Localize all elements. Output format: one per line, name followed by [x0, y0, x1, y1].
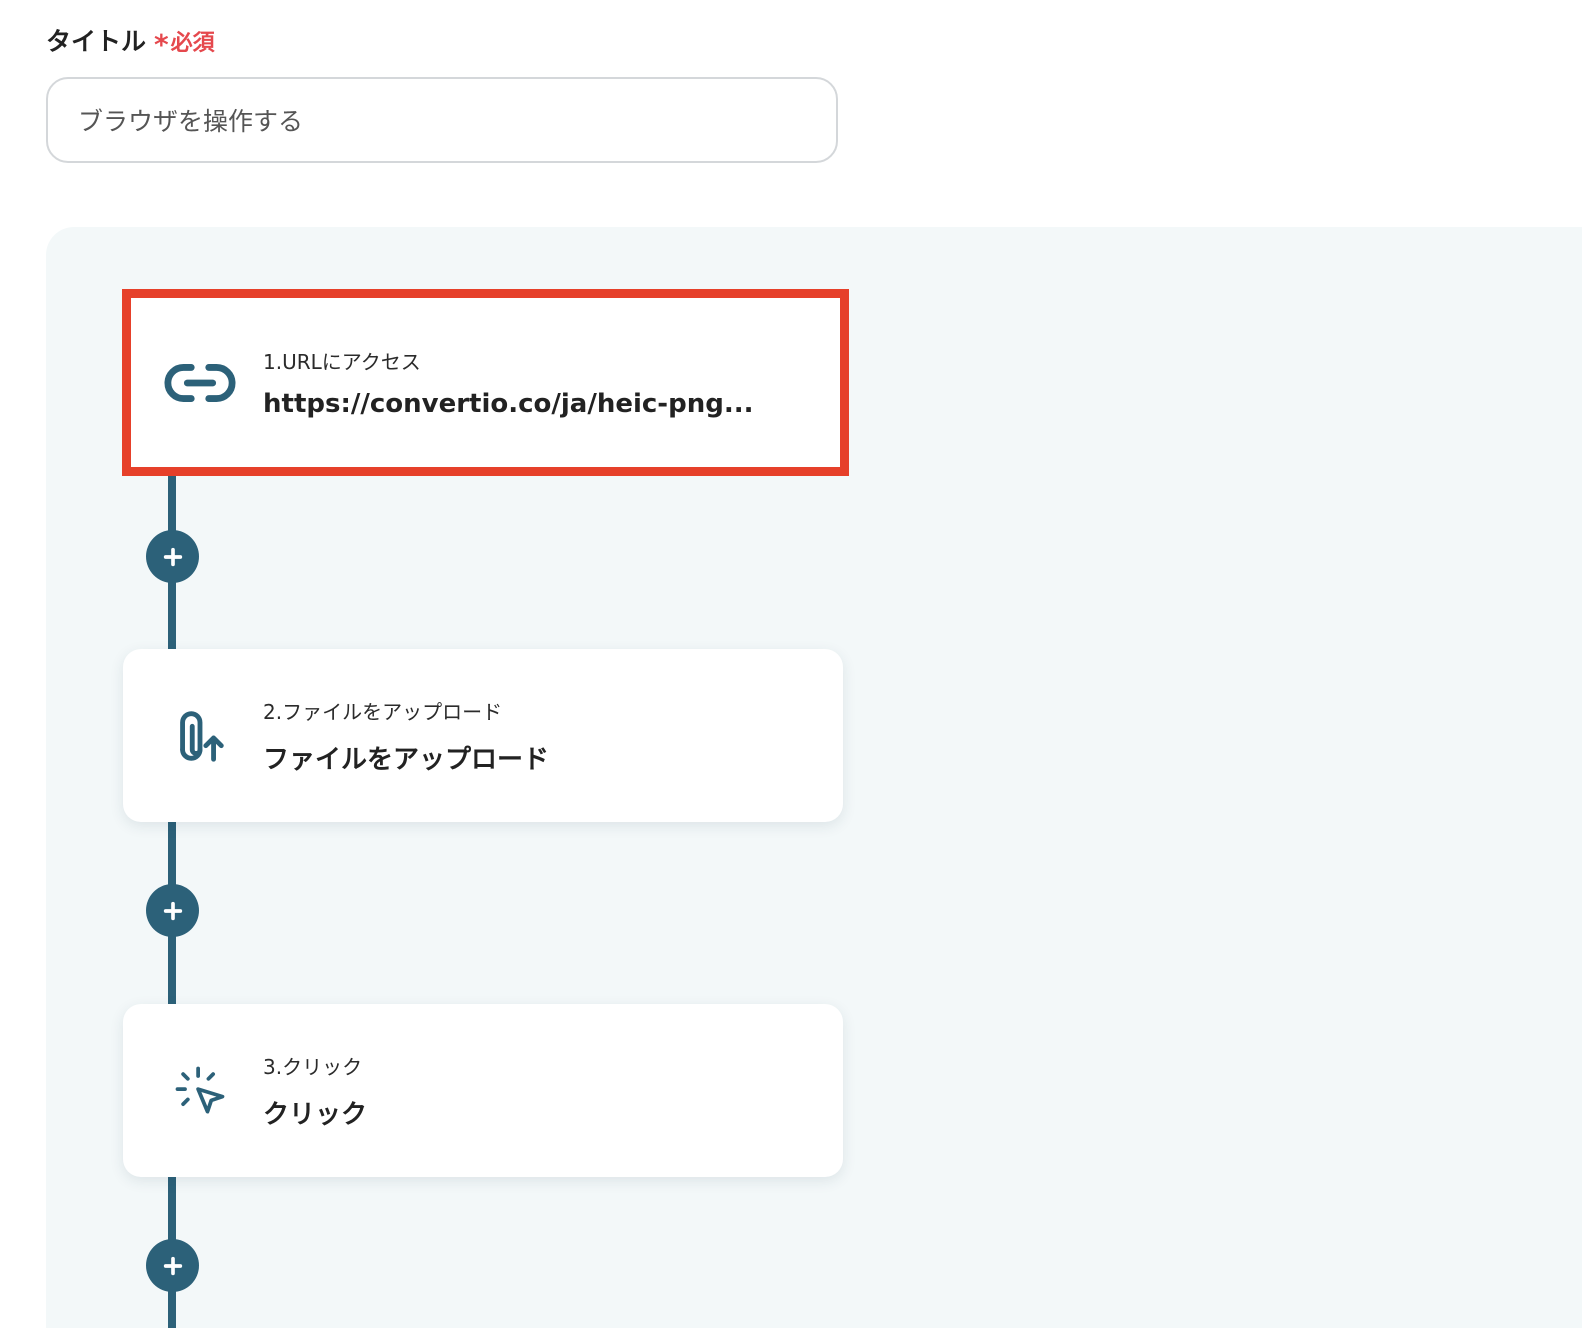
step-value: https://convertio.co/ja/heic-png...: [263, 389, 754, 419]
flow-editor: タイトル * 必須 1.URLにアクセス https://convertio.c…: [0, 0, 1582, 1328]
step-card-click[interactable]: 3.クリック クリック: [123, 1004, 843, 1177]
title-field-label: タイトル * 必須: [46, 22, 215, 61]
step-card-file-upload[interactable]: 2.ファイルをアップロード ファイルをアップロード: [123, 649, 843, 822]
title-input[interactable]: [46, 77, 838, 163]
link-icon: [163, 351, 237, 415]
plus-icon: [163, 547, 182, 566]
plus-icon: [163, 901, 182, 920]
required-indicator: * 必須: [154, 25, 215, 61]
plus-icon: [163, 1256, 182, 1275]
title-label-text: タイトル: [46, 27, 147, 56]
paperclip-upload-icon: [163, 704, 237, 768]
required-text: 必須: [170, 31, 215, 56]
click-cursor-icon: [163, 1059, 237, 1123]
add-step-button[interactable]: [146, 1239, 199, 1292]
step-label: 1.URLにアクセス: [263, 350, 421, 374]
step-label: 3.クリック: [263, 1054, 363, 1079]
step-card-url-access[interactable]: 1.URLにアクセス https://convertio.co/ja/heic-…: [122, 289, 849, 476]
step-value: ファイルをアップロード: [263, 744, 550, 775]
step-value: クリック: [263, 1099, 368, 1130]
add-step-button[interactable]: [146, 530, 199, 583]
required-asterisk: *: [154, 28, 169, 61]
step-label: 2.ファイルをアップロード: [263, 699, 503, 724]
add-step-button[interactable]: [146, 884, 199, 937]
